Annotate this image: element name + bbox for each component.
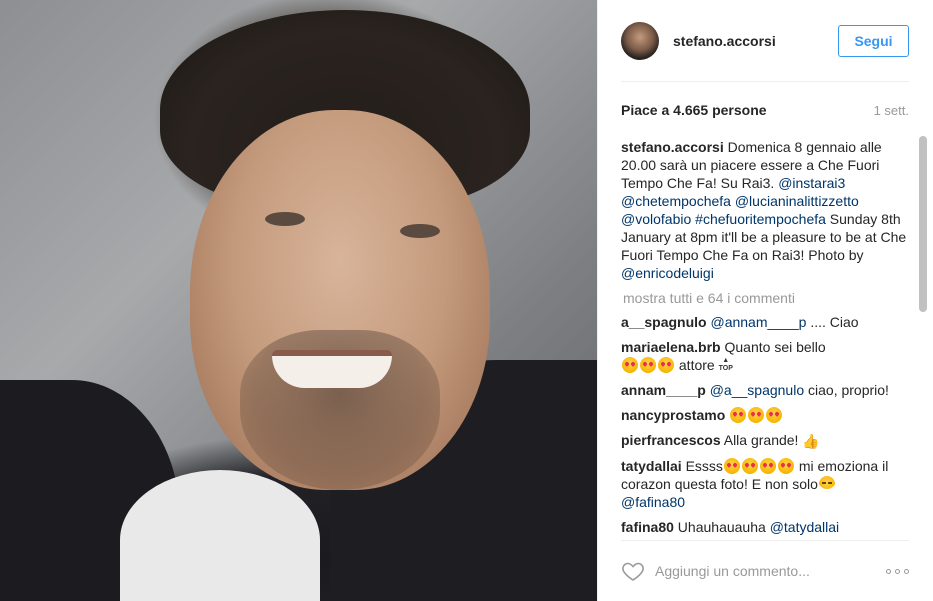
photo-smile [272, 350, 392, 388]
comment-text: Quanto sei bello [720, 339, 826, 355]
caption-hashtag[interactable]: #chefuoritempochefa [695, 211, 826, 227]
comments-list[interactable]: stefano.accorsi Domenica 8 gennaio alle … [621, 128, 909, 538]
photo-eye-right [400, 224, 440, 238]
comment-item: a__spagnulo @annam____p .... Ciao [621, 313, 909, 331]
post-photo[interactable] [0, 0, 597, 601]
photo-eye-left [265, 212, 305, 226]
tears-of-joy-emoji-icon [818, 476, 835, 492]
comment-mention[interactable]: @annam____p [710, 314, 806, 330]
heart-eyes-emoji-icon [766, 407, 783, 423]
comment-text: ciao, proprio! [804, 382, 889, 398]
thumbs-up-emoji-icon: 👍 [802, 433, 820, 449]
comment-text: .... Ciao [806, 314, 859, 330]
comment-text: Alla grande! [720, 432, 803, 448]
heart-eyes-emoji-icon [730, 407, 747, 423]
dot [886, 568, 891, 574]
comment-username[interactable]: annam____p [621, 382, 706, 398]
likes-count[interactable]: Piace a 4.665 persone [621, 102, 767, 118]
post-header: stefano.accorsi Segui [621, 0, 909, 82]
heart-outline-icon[interactable] [621, 559, 645, 583]
heart-eyes-emoji-icon [622, 357, 638, 373]
show-all-comments-link[interactable]: mostra tutti e 64 i commenti [621, 290, 909, 306]
photo-shirt [120, 470, 320, 601]
heart-eyes-emoji-icon [748, 407, 765, 423]
heart-eyes-emoji-icon [741, 458, 758, 474]
comment-username[interactable]: pierfrancescos [621, 432, 721, 448]
caption-mention[interactable]: @instarai3 [778, 175, 845, 191]
likes-row: Piace a 4.665 persone 1 sett. [621, 96, 909, 124]
caption-username[interactable]: stefano.accorsi [621, 139, 724, 155]
more-options-icon[interactable] [886, 568, 909, 574]
comment-username[interactable]: tatydallai [621, 458, 682, 474]
dot [895, 568, 900, 574]
header-username[interactable]: stefano.accorsi [673, 33, 776, 49]
heart-eyes-emoji-icon [723, 458, 740, 474]
post-time[interactable]: 1 sett. [874, 103, 909, 118]
comment-username[interactable]: fafina80 [621, 519, 674, 535]
follow-button[interactable]: Segui [838, 25, 909, 57]
heart-eyes-emoji-icon [777, 458, 794, 474]
comment-item: fafina80 Uhauhauauha @tatydallai [621, 518, 909, 536]
add-comment-input[interactable] [655, 563, 878, 579]
comment-text: attore [675, 357, 719, 373]
heart-eyes-emoji-icon [658, 357, 674, 373]
post-caption: stefano.accorsi Domenica 8 gennaio alle … [621, 128, 909, 282]
comments-scrollbar[interactable] [919, 136, 927, 312]
comment-username[interactable]: a__spagnulo [621, 314, 707, 330]
comment-item: tatydallai Essss mi emoziona il corazon … [621, 457, 909, 511]
caption-mention[interactable]: @enricodeluigi [621, 265, 714, 281]
caption-mention[interactable]: @lucianinalittizzetto [735, 193, 859, 209]
comment-item: mariaelena.brb Quanto sei bello attore ▲… [621, 338, 909, 374]
comment-mention[interactable]: @a__spagnulo [710, 382, 804, 398]
comment-text: Uhauhauauha [673, 519, 770, 535]
comment-item: annam____p @a__spagnulo ciao, proprio! [621, 381, 909, 399]
comment-footer [621, 540, 909, 601]
comment-item: pierfrancescos Alla grande! 👍 [621, 431, 909, 450]
caption-mention[interactable]: @volofabio [621, 211, 691, 227]
comment-mention[interactable]: @tatydallai [770, 519, 839, 535]
heart-eyes-emoji-icon [640, 357, 656, 373]
top-arrow-emoji-icon: ▲ TOP [718, 357, 733, 372]
dot [904, 568, 909, 574]
heart-eyes-emoji-icon [759, 458, 776, 474]
comment-username[interactable]: nancyprostamo [621, 407, 725, 423]
comment-text: Essss [681, 458, 723, 474]
caption-mention[interactable]: @chetempochefa [621, 193, 731, 209]
comment-username[interactable]: mariaelena.brb [621, 339, 721, 355]
comment-item: nancyprostamo [621, 406, 909, 424]
avatar[interactable] [621, 21, 659, 60]
comment-mention[interactable]: @fafina80 [621, 494, 685, 510]
